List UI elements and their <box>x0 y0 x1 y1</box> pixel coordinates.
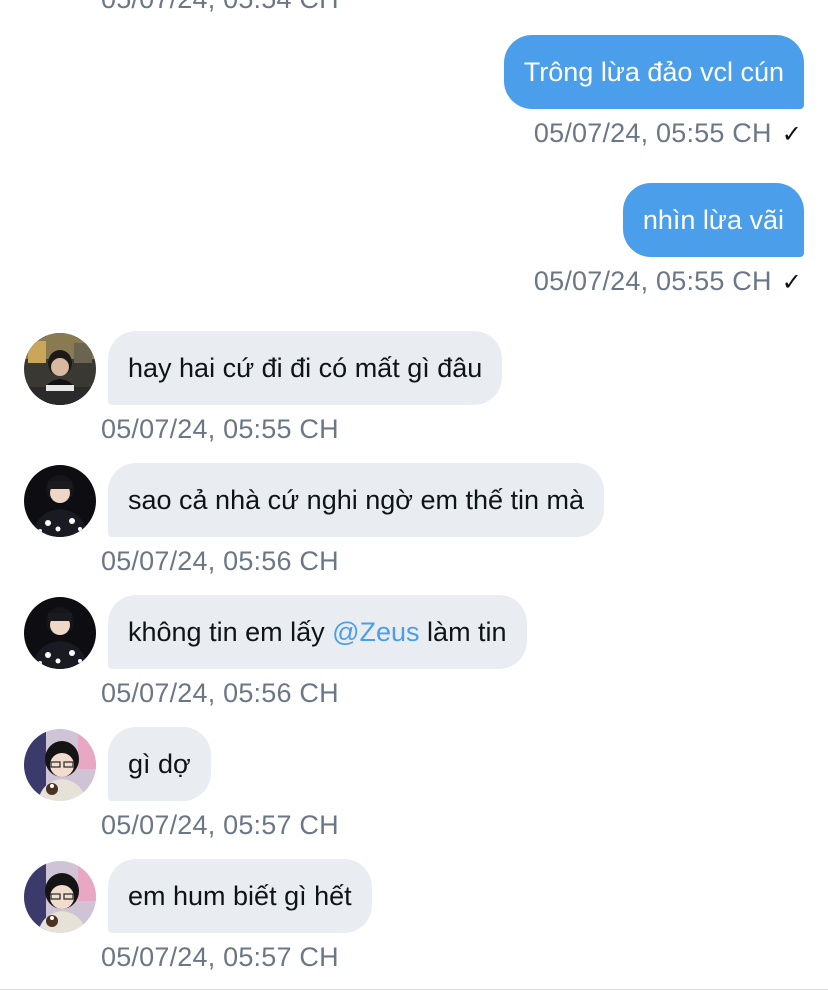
user-avatar-3[interactable] <box>24 729 96 801</box>
incoming-message-bubble[interactable]: gì dợ <box>108 727 211 801</box>
user-mention-link[interactable]: @Zeus <box>332 617 419 647</box>
message-timestamp: 05/07/24, 05:55 CH ✓ <box>534 266 802 297</box>
outgoing-message-bubble[interactable]: Trông lừa đảo vcl cún <box>503 35 804 109</box>
user-avatar-2[interactable] <box>24 597 96 669</box>
incoming-message-bubble[interactable]: em hum biết gì hết <box>108 859 372 933</box>
user-avatar-1[interactable] <box>24 333 96 405</box>
message-timestamp: 05/07/24, 05:55 CH ✓ <box>534 118 802 149</box>
outgoing-message-bubble[interactable]: nhìn lừa vãi <box>622 183 804 257</box>
message-timestamp: 05/07/24, 05:56 CH <box>101 546 339 576</box>
message-timestamp: 05/07/24, 05:57 CH <box>101 810 339 840</box>
divider <box>0 989 828 990</box>
incoming-message-bubble[interactable]: sao cả nhà cứ nghi ngờ em thế tin mà <box>108 463 605 537</box>
timestamp-text: 05/07/24, 05:55 CH <box>533 266 772 296</box>
timestamp-text: 05/07/24, 05:55 CH <box>533 118 772 148</box>
avatar-image <box>24 465 96 537</box>
check-icon: ✓ <box>781 121 802 148</box>
check-icon: ✓ <box>781 269 802 296</box>
incoming-message-bubble[interactable]: không tin em lấy @Zeus làm tin <box>108 595 527 669</box>
chat-thread: 05/07/24, 05:54 CH Trông lừa đảo vcl cún… <box>0 0 828 992</box>
incoming-message-bubble[interactable]: hay hai cứ đi đi có mất gì đâu <box>108 331 503 405</box>
avatar-image <box>24 597 96 669</box>
message-timestamp: 05/07/24, 05:54 CH <box>101 0 339 15</box>
avatar-image <box>24 333 96 405</box>
message-text: làm tin <box>419 617 507 647</box>
user-avatar-3[interactable] <box>24 861 96 933</box>
avatar-image <box>24 861 96 933</box>
message-text: không tin em lấy <box>128 617 333 647</box>
message-timestamp: 05/07/24, 05:57 CH <box>101 942 339 972</box>
user-avatar-2[interactable] <box>24 465 96 537</box>
message-timestamp: 05/07/24, 05:55 CH <box>101 414 339 444</box>
avatar-image <box>24 729 96 801</box>
message-timestamp: 05/07/24, 05:56 CH <box>101 678 339 708</box>
